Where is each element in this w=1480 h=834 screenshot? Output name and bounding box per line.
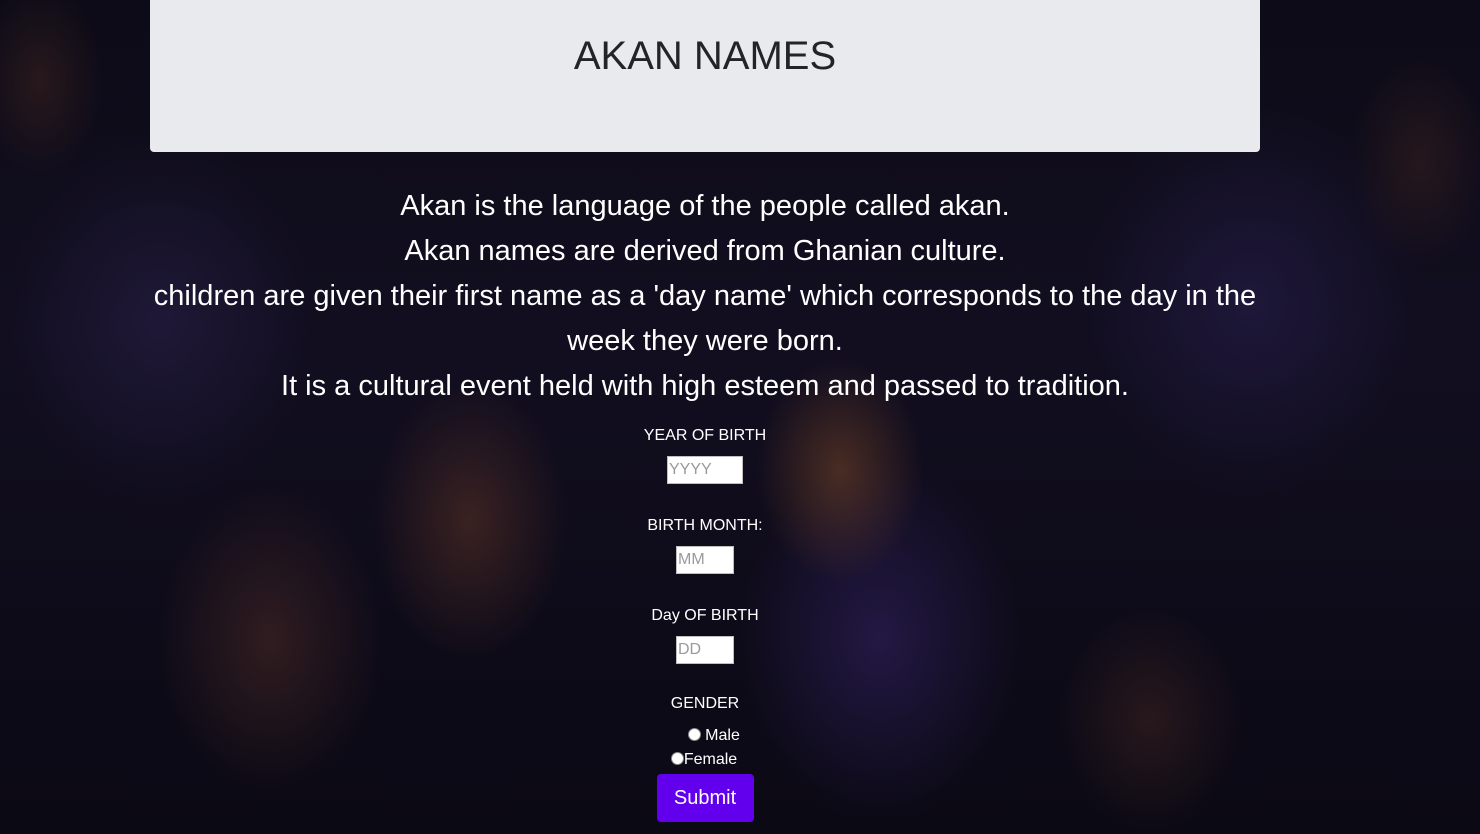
intro-line: It is a cultural event held with high es… bbox=[281, 370, 1129, 402]
female-label: Female bbox=[683, 751, 738, 768]
day-label: Day OF BIRTH bbox=[651, 607, 759, 624]
gender-option-female[interactable]: Female bbox=[540, 748, 870, 772]
male-label: Male bbox=[705, 727, 740, 744]
month-input[interactable] bbox=[676, 546, 734, 574]
page-title: AKAN NAMES bbox=[573, 34, 837, 78]
intro-text: Akan is the language of the people calle… bbox=[150, 184, 1260, 409]
gender-option-male[interactable]: Male bbox=[540, 724, 870, 748]
year-label: YEAR OF BIRTH bbox=[643, 427, 767, 444]
male-radio[interactable] bbox=[688, 728, 702, 742]
page-header: AKAN NAMES bbox=[150, 0, 1260, 152]
intro-line: children are given their first name as a… bbox=[153, 280, 1257, 357]
day-input[interactable] bbox=[676, 636, 734, 664]
submit-button[interactable]: Submit bbox=[656, 774, 754, 822]
birth-form: YEAR OF BIRTH BIRTH MONTH: Day OF BIRTH … bbox=[540, 424, 870, 822]
intro-line: Akan names are derived from Ghanian cult… bbox=[404, 235, 1006, 267]
intro-line: Akan is the language of the people calle… bbox=[400, 190, 1010, 222]
year-input[interactable] bbox=[667, 456, 743, 484]
month-label: BIRTH MONTH: bbox=[647, 517, 763, 534]
female-radio[interactable] bbox=[670, 752, 684, 766]
gender-label: GENDER bbox=[670, 695, 740, 712]
